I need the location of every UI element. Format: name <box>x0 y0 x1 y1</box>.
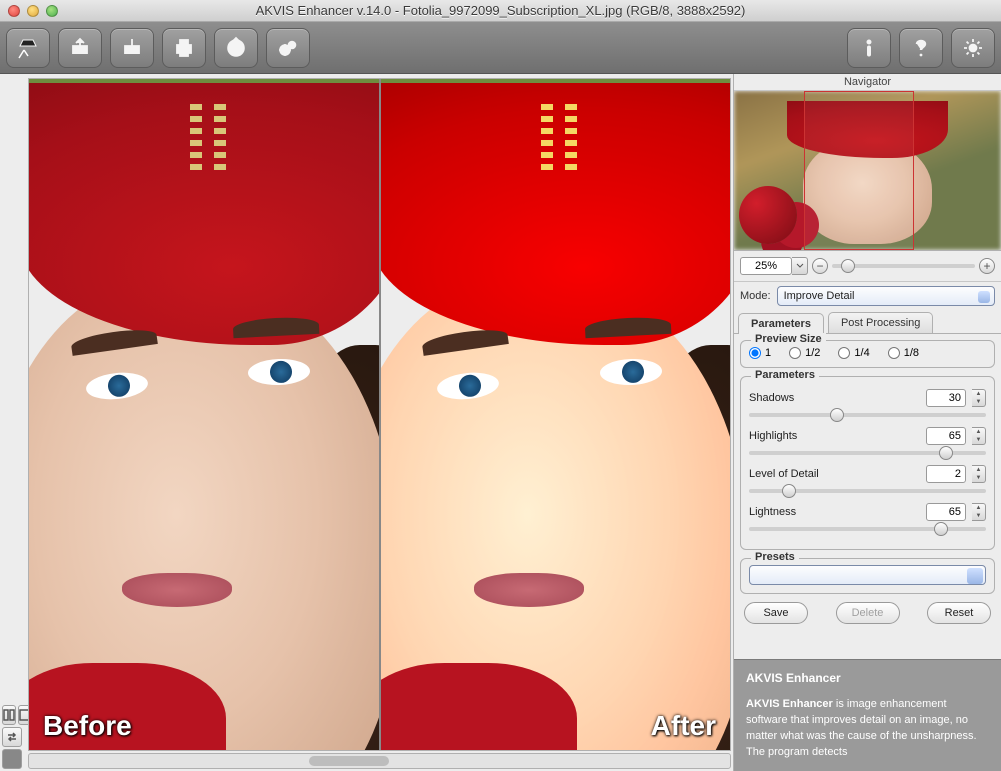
preview-size-group: Preview Size 11/21/41/8 <box>740 340 995 368</box>
param-label: Level of Detail <box>749 468 920 480</box>
mode-select[interactable]: Improve Detail <box>777 286 995 306</box>
zoom-slider[interactable] <box>832 264 975 268</box>
zoom-input[interactable] <box>740 257 792 275</box>
after-pane: After <box>381 79 731 750</box>
preview-size-label: 1/8 <box>904 347 919 359</box>
presets-legend: Presets <box>751 551 799 563</box>
horizontal-scrollbar[interactable] <box>28 753 731 769</box>
roses-decor <box>739 186 797 244</box>
before-pane: Before <box>29 79 381 750</box>
param-slider[interactable] <box>749 489 986 493</box>
param-slider[interactable] <box>749 413 986 417</box>
param-label: Highlights <box>749 430 920 442</box>
navigator-view-rect[interactable] <box>804 91 914 250</box>
before-label: Before <box>43 710 132 742</box>
navigator-thumbnail[interactable] <box>734 91 1001 251</box>
parameters-group: Parameters Shadows▲▼Highlights▲▼Level of… <box>740 376 995 550</box>
main-toolbar <box>0 22 1001 74</box>
window-titlebar: AKVIS Enhancer v.14.0 - Fotolia_9972099_… <box>0 0 1001 22</box>
zoom-in-button[interactable]: + <box>979 258 995 274</box>
canvas-area: Before After <box>24 74 733 771</box>
preview-size-radio[interactable] <box>789 347 801 359</box>
zoom-controls: − + <box>734 251 1001 282</box>
preset-buttons-row: Save Delete Reset <box>734 596 1001 630</box>
param-value-input[interactable] <box>926 389 966 407</box>
param-highlights: Highlights ▲▼ <box>749 427 986 455</box>
batch-button[interactable] <box>266 28 310 68</box>
preview-size-radio[interactable] <box>888 347 900 359</box>
mode-row: Mode: Improve Detail <box>734 282 1001 310</box>
reset-button[interactable]: Reset <box>927 602 991 624</box>
image-viewer[interactable]: Before After <box>28 78 731 751</box>
right-panel: Navigator − + Mode: Improve Detail Param… <box>733 74 1001 771</box>
window-title: AKVIS Enhancer v.14.0 - Fotolia_9972099_… <box>0 3 1001 18</box>
tab-parameters[interactable]: Parameters <box>738 313 824 334</box>
print-button[interactable] <box>162 28 206 68</box>
param-stepper[interactable]: ▲▼ <box>972 389 986 407</box>
swap-view-button[interactable] <box>2 727 22 747</box>
param-level-of-detail: Level of Detail ▲▼ <box>749 465 986 493</box>
preview-size-label: 1 <box>765 347 771 359</box>
param-stepper[interactable]: ▲▼ <box>972 427 986 445</box>
param-slider[interactable] <box>749 527 986 531</box>
info-body: AKVIS Enhancer is image enhancement soft… <box>746 697 989 761</box>
left-tool-strip <box>0 74 24 771</box>
preview-size-label: 1/2 <box>805 347 820 359</box>
param-value-input[interactable] <box>926 503 966 521</box>
app-logo-button[interactable] <box>6 28 50 68</box>
preview-size-option-1-8[interactable]: 1/8 <box>888 347 919 359</box>
color-swatch-button[interactable] <box>2 749 22 769</box>
preview-size-option-1-4[interactable]: 1/4 <box>838 347 869 359</box>
info-panel: AKVIS Enhancer AKVIS Enhancer is image e… <box>734 659 1001 771</box>
param-value-input[interactable] <box>926 465 966 483</box>
tab-bar: Parameters Post Processing <box>734 312 1001 334</box>
layout-split-button[interactable] <box>2 705 16 725</box>
param-shadows: Shadows ▲▼ <box>749 389 986 417</box>
mode-value: Improve Detail <box>784 290 855 302</box>
settings-button[interactable] <box>951 28 995 68</box>
preview-size-label: 1/4 <box>854 347 869 359</box>
save-button[interactable]: Save <box>744 602 808 624</box>
param-label: Shadows <box>749 392 920 404</box>
param-lightness: Lightness ▲▼ <box>749 503 986 531</box>
publish-button[interactable] <box>214 28 258 68</box>
tab-post-processing[interactable]: Post Processing <box>828 312 933 333</box>
param-stepper[interactable]: ▲▼ <box>972 465 986 483</box>
param-slider[interactable] <box>749 451 986 455</box>
preview-size-radio[interactable] <box>838 347 850 359</box>
info-heading: AKVIS Enhancer <box>746 670 989 687</box>
delete-button[interactable]: Delete <box>836 602 900 624</box>
zoom-out-button[interactable]: − <box>812 258 828 274</box>
preview-size-option-1[interactable]: 1 <box>749 347 771 359</box>
param-label: Lightness <box>749 506 920 518</box>
parameters-legend: Parameters <box>751 369 819 381</box>
navigator-title: Navigator <box>734 74 1001 91</box>
preview-size-legend: Preview Size <box>751 333 826 345</box>
mode-label: Mode: <box>740 290 771 302</box>
info-button[interactable] <box>847 28 891 68</box>
help-button[interactable] <box>899 28 943 68</box>
param-stepper[interactable]: ▲▼ <box>972 503 986 521</box>
save-button-toolbar[interactable] <box>110 28 154 68</box>
preview-size-option-1-2[interactable]: 1/2 <box>789 347 820 359</box>
param-value-input[interactable] <box>926 427 966 445</box>
preview-size-radio[interactable] <box>749 347 761 359</box>
presets-select[interactable] <box>749 565 986 585</box>
zoom-dropdown[interactable] <box>792 257 808 275</box>
open-button[interactable] <box>58 28 102 68</box>
after-label: After <box>651 710 716 742</box>
presets-group: Presets <box>740 558 995 594</box>
